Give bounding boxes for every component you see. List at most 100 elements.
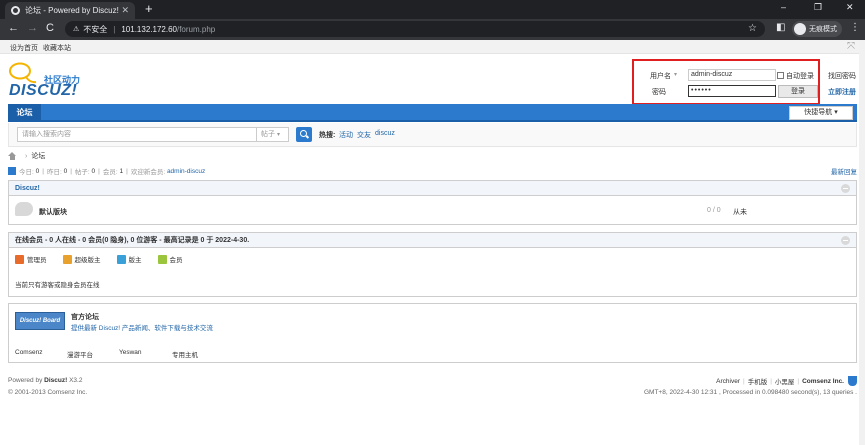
bookmark-star-icon[interactable]: ☆ bbox=[748, 23, 757, 34]
legend-item: 会员 bbox=[157, 254, 183, 264]
hot-term[interactable]: 活动 bbox=[339, 132, 353, 139]
new-tab-button[interactable]: + bbox=[145, 2, 153, 16]
forum-icon bbox=[15, 202, 33, 216]
collapse-icon[interactable] bbox=[841, 236, 850, 245]
welcome-label: 欢迎新会员: bbox=[130, 169, 166, 176]
legend-item: 管理员 bbox=[15, 254, 47, 264]
partner-link[interactable]: Yeswan bbox=[119, 349, 142, 356]
tab-title: 论坛 - Powered by Discuz! bbox=[25, 6, 119, 15]
footer-separator: | bbox=[742, 377, 745, 385]
login-form: 用户名 ▾ admin-discuz 自动登录 密码 •••••• 登录 bbox=[632, 59, 820, 105]
register-link[interactable]: 立即注册 bbox=[828, 87, 856, 97]
incognito-profile[interactable]: 无痕模式 bbox=[792, 21, 842, 37]
username-input[interactable]: admin-discuz bbox=[688, 69, 776, 81]
switch-width-icon[interactable]: ⤧ bbox=[847, 41, 855, 52]
stats-separator: | bbox=[42, 167, 44, 175]
forum-last-post: 从未 bbox=[733, 209, 747, 216]
hot-term[interactable]: discuz bbox=[375, 130, 395, 137]
yesterday-label: 昨日: bbox=[46, 169, 62, 176]
vertical-scrollbar[interactable] bbox=[859, 40, 865, 445]
members-count: 1 bbox=[119, 167, 124, 175]
reload-icon[interactable]: C bbox=[46, 22, 54, 34]
online-summary[interactable]: 在线会员 - 0 人在线 - 0 会员(0 隐身), 0 位游客 - 最高记录是… bbox=[15, 237, 249, 244]
powered-by: Powered by Discuz! X3.2 bbox=[8, 377, 82, 384]
collapse-icon[interactable] bbox=[841, 184, 850, 193]
breadcrumb-current[interactable]: 论坛 bbox=[31, 151, 45, 161]
forum-name[interactable]: 默认版块 bbox=[39, 207, 67, 217]
partner-link[interactable]: Comsenz bbox=[15, 349, 42, 356]
runtime-info: GMT+8, 2022-4-30 12:31 , Processed in 0.… bbox=[643, 389, 857, 396]
minimize-icon[interactable]: – bbox=[781, 2, 786, 12]
logo-wordmark: DISCUZ! bbox=[9, 82, 78, 99]
archiver-link[interactable]: Archiver bbox=[716, 378, 740, 385]
super-moderator-icon bbox=[62, 254, 72, 264]
forum-category: Discuz! 默认版块 0 / 0 从未 bbox=[8, 180, 857, 225]
quick-nav-button[interactable]: 快捷导航 ▾ bbox=[789, 106, 853, 120]
username-type-chevron-icon[interactable]: ▾ bbox=[674, 71, 677, 78]
menu-icon[interactable]: ⋮ bbox=[850, 22, 860, 33]
forward-icon[interactable]: → bbox=[27, 22, 38, 34]
bookmark-site-link[interactable]: 收藏本站 bbox=[43, 43, 71, 53]
legend-item: 超级版主 bbox=[62, 254, 101, 264]
tab-close-icon[interactable]: ✕ bbox=[121, 5, 129, 16]
browser-tabstrip: 论坛 - Powered by Discuz! ✕ + – ❐ ✕ bbox=[0, 0, 865, 19]
footer-links: Archiver | 手机版 | 小黑屋 | Comsenz Inc. bbox=[716, 376, 857, 386]
username-label: 用户名 bbox=[650, 73, 671, 80]
new-member-link[interactable]: admin-discuz bbox=[167, 168, 205, 175]
footer-separator: | bbox=[797, 377, 800, 385]
home-icon[interactable] bbox=[8, 152, 17, 160]
password-input[interactable]: •••••• bbox=[688, 85, 776, 97]
url-host: 101.132.172.60 bbox=[121, 24, 177, 34]
category-header: Discuz! bbox=[9, 181, 856, 196]
window-close-icon[interactable]: ✕ bbox=[846, 2, 854, 13]
search-type-label: 帖子 bbox=[261, 131, 275, 138]
blacklist-link[interactable]: 小黑屋 bbox=[775, 376, 795, 386]
address-bar[interactable]: ⚠ 不安全 | 101.132.172.60 /forum.php ☆ bbox=[65, 21, 765, 37]
search-input[interactable]: 请输入搜索内容 bbox=[17, 127, 257, 142]
copyright: © 2001-2013 Comsenz Inc. bbox=[8, 389, 88, 396]
mobile-link[interactable]: 手机版 bbox=[748, 376, 768, 386]
maximize-icon[interactable]: ❐ bbox=[814, 2, 822, 13]
shield-icon[interactable] bbox=[848, 376, 857, 386]
official-forum-logo[interactable]: Discuz! Board bbox=[15, 312, 65, 330]
profile-label: 无痕模式 bbox=[809, 26, 837, 33]
chevron-down-icon: ▾ bbox=[834, 109, 838, 116]
login-button[interactable]: 登录 bbox=[778, 85, 818, 98]
company-link[interactable]: Comsenz Inc. bbox=[802, 378, 844, 385]
category-title[interactable]: Discuz! bbox=[15, 185, 40, 192]
posts-label: 帖子: bbox=[74, 169, 90, 176]
password-label: 密码 bbox=[652, 89, 666, 96]
legend-label: 管理员 bbox=[27, 257, 47, 264]
legend-label: 会员 bbox=[169, 257, 183, 264]
partner-link[interactable]: 漫游平台 bbox=[67, 349, 93, 359]
search-button[interactable] bbox=[296, 127, 312, 142]
browser-tab[interactable]: 论坛 - Powered by Discuz! ✕ bbox=[5, 2, 135, 19]
auto-login-checkbox[interactable] bbox=[777, 72, 784, 79]
main-navbar: 论坛 快捷导航 ▾ bbox=[8, 104, 857, 122]
today-label: 今日: bbox=[19, 169, 34, 176]
hot-term[interactable]: 交友 bbox=[357, 132, 371, 139]
search-type-select[interactable]: 帖子 ▾ bbox=[257, 127, 289, 142]
security-label: 不安全 bbox=[83, 24, 108, 34]
side-panel-icon[interactable]: ◧ bbox=[776, 22, 785, 33]
address-separator: | bbox=[113, 24, 116, 34]
url-path: /forum.php bbox=[176, 24, 216, 34]
powered-brand-link[interactable]: Discuz! bbox=[44, 377, 67, 384]
nav-item-forum[interactable]: 论坛 bbox=[8, 104, 41, 122]
online-header: 在线会员 - 0 人在线 - 0 会员(0 隐身), 0 位游客 - 最高记录是… bbox=[9, 233, 856, 248]
chevron-down-icon: ▾ bbox=[276, 132, 280, 138]
stats-separator: | bbox=[98, 167, 100, 175]
official-forum-name[interactable]: 官方论坛 bbox=[71, 312, 99, 322]
site-logo[interactable]: 社区动力 DISCUZ! bbox=[8, 62, 88, 100]
stats-separator: | bbox=[126, 167, 128, 175]
partner-link[interactable]: 专用主机 bbox=[172, 349, 198, 359]
legend-label: 超级版主 bbox=[74, 257, 101, 264]
set-home-link[interactable]: 设为首页 bbox=[10, 43, 38, 53]
back-icon[interactable]: ← bbox=[8, 22, 19, 34]
online-members: 在线会员 - 0 人在线 - 0 会员(0 隐身), 0 位游客 - 最高记录是… bbox=[8, 232, 857, 297]
auto-login-label: 自动登录 bbox=[786, 73, 814, 80]
find-password-link[interactable]: 找回密码 bbox=[828, 71, 856, 81]
stats-chart-icon bbox=[8, 167, 16, 175]
latest-replies-link[interactable]: 最新回复 bbox=[831, 166, 857, 176]
today-count: 0 bbox=[35, 167, 40, 175]
